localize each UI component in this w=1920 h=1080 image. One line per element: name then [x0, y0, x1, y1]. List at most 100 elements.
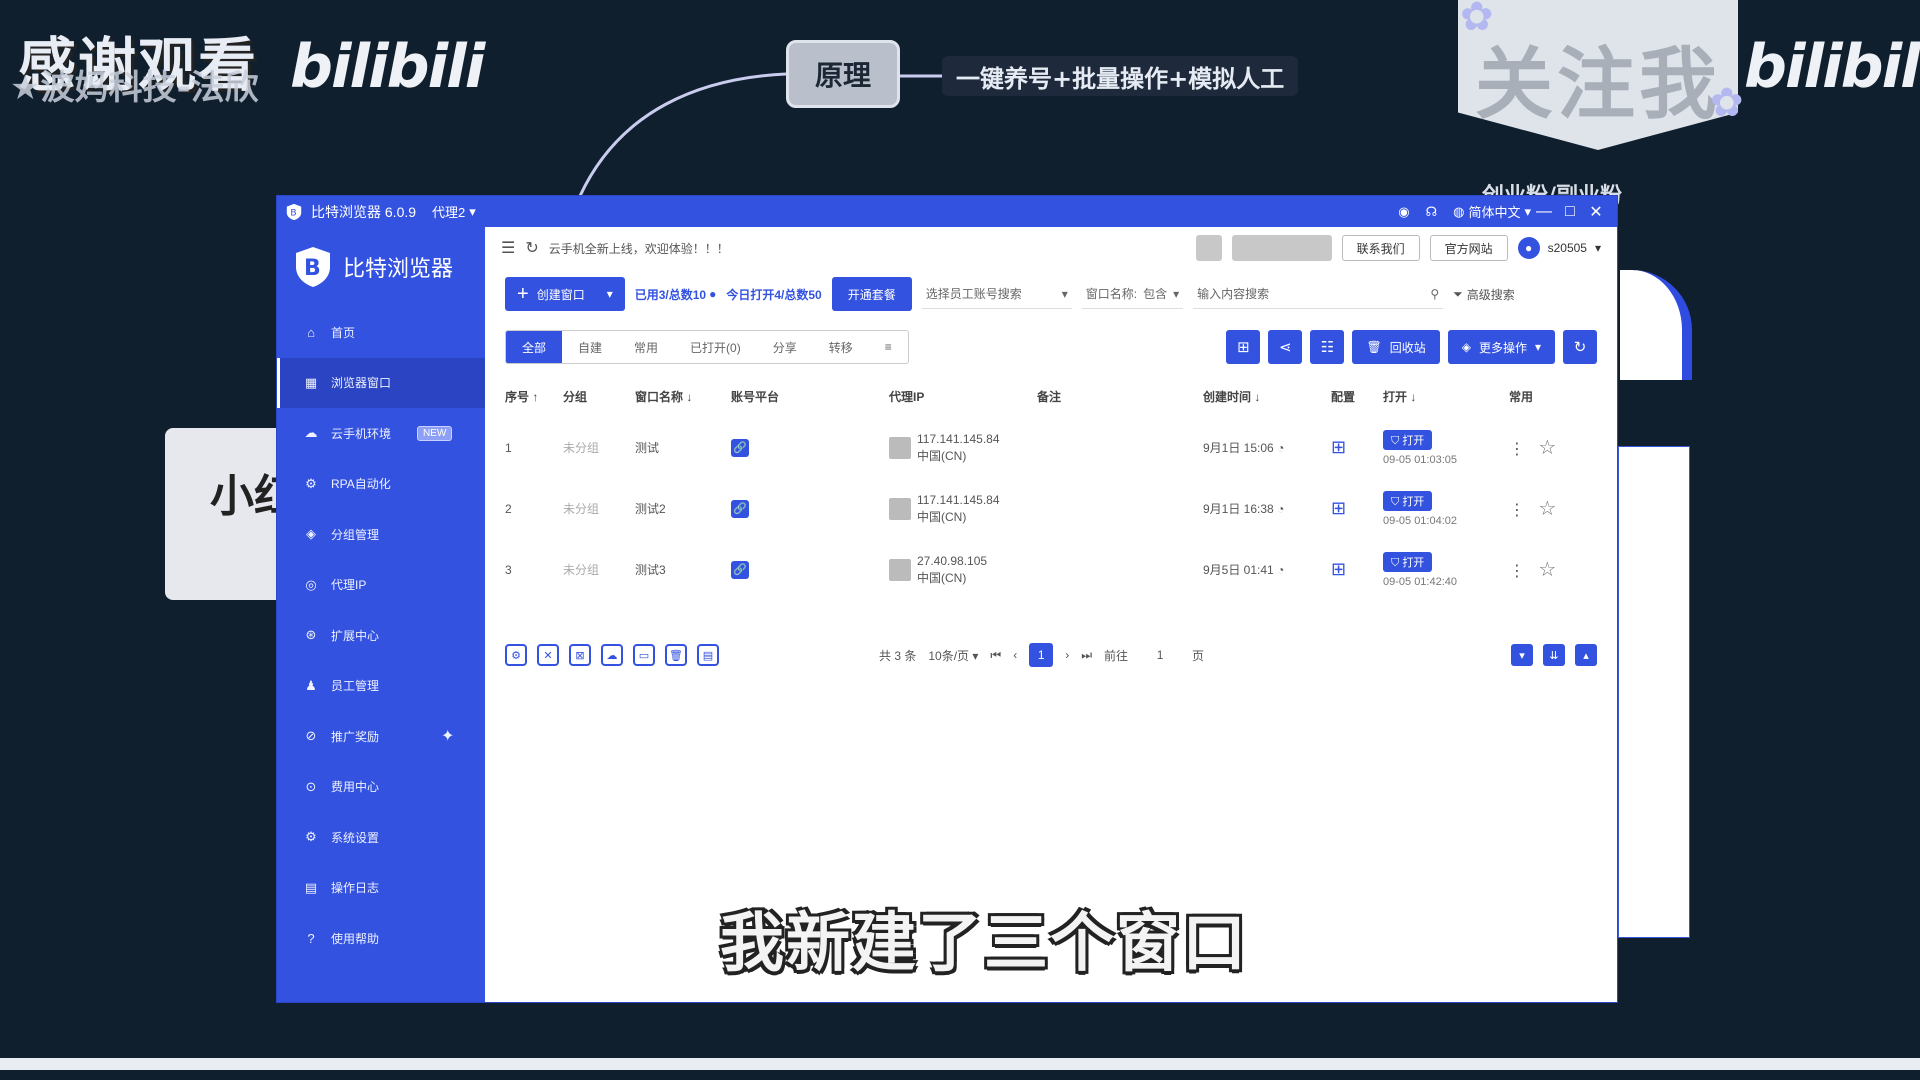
sidebar-item[interactable]: ◈ 分组管理 — [277, 509, 485, 560]
filter-tab[interactable]: 已打开(0) — [674, 331, 757, 363]
prev-page-icon[interactable]: ‹ — [1013, 648, 1017, 662]
language-selector[interactable]: ◍ 简体中文 ▾ — [1453, 202, 1531, 221]
sidebar-item[interactable]: ⚙ 系统设置 — [277, 812, 485, 863]
new-badge: NEW — [417, 425, 453, 441]
more-options-icon[interactable]: ⋮ — [1509, 563, 1525, 580]
scroll-down-icon[interactable]: ▾ — [1511, 644, 1533, 666]
staff-account-select[interactable]: 选择员工账号搜索 ▾ — [921, 279, 1072, 309]
link-icon[interactable]: 🔗 — [731, 438, 749, 457]
table-row[interactable]: 3 未分组 测试3 🔗 27.40.98.105 中国(CN) 9月5日 01:4… — [505, 539, 1589, 600]
sidebar-item[interactable]: ♟ 员工管理 — [277, 661, 485, 712]
export-icon[interactable]: ⊞ — [1226, 330, 1261, 364]
next-page-icon[interactable]: › — [1065, 648, 1069, 662]
trash-icon: 🗑 — [1366, 340, 1382, 354]
route-selector[interactable]: 代理2 ▾ — [432, 202, 476, 221]
share-icon[interactable]: ⋖ — [1268, 330, 1303, 364]
sort-arrow-icon[interactable]: ↑ — [529, 390, 538, 404]
link-icon[interactable]: 🔗 — [731, 560, 749, 579]
sort-arrow-icon[interactable]: ↓ — [1251, 390, 1260, 404]
box-close-icon[interactable]: ⊠ — [569, 644, 591, 666]
sidebar-item[interactable]: ⊘ 推广奖励 ✦ — [277, 711, 485, 762]
clipboard-icon[interactable]: ▤ — [697, 644, 719, 666]
sidebar-item-label: 分组管理 — [331, 527, 380, 542]
table-row[interactable]: 2 未分组 测试2 🔗 117.141.145.84 中国(CN) 9月1日 16… — [505, 478, 1589, 539]
refresh-icon[interactable]: ↻ — [525, 238, 538, 258]
open-window-button[interactable]: ⛉ 打开 — [1383, 429, 1433, 450]
more-options-icon[interactable]: ⋮ — [1509, 502, 1525, 519]
column-header[interactable]: 打开 ↓ — [1383, 375, 1509, 417]
scroll-bottom-icon[interactable]: ⇊ — [1543, 644, 1565, 666]
recycle-bin-button[interactable]: 🗑 回收站 — [1352, 330, 1440, 364]
open-package-button[interactable]: 开通套餐 — [831, 277, 912, 311]
chevron-down-icon: ▾ — [1061, 286, 1068, 301]
info-icon[interactable]: ● — [709, 287, 716, 301]
page-size-select[interactable]: 10条/页 ▾ — [928, 647, 978, 664]
last-page-icon[interactable]: ⏭ — [1081, 648, 1092, 663]
sidebar-item[interactable]: ▤ 操作日志 — [277, 863, 485, 914]
close-circle-icon[interactable]: ✕ — [537, 644, 559, 666]
minimize-button[interactable]: — — [1531, 203, 1557, 221]
filter-tab[interactable]: 常用 — [618, 331, 674, 363]
refresh-list-icon[interactable]: ↻ — [1563, 330, 1597, 364]
scroll-up-icon[interactable]: ▴ — [1575, 644, 1597, 666]
search-input[interactable]: 输入内容搜索 ⚲ — [1193, 279, 1444, 309]
sidebar-item-icon: ◎ — [305, 576, 317, 592]
settings-icon[interactable]: ⚙ — [505, 644, 527, 666]
placeholder-block[interactable] — [1195, 235, 1222, 261]
filter-tab[interactable]: 分享 — [757, 331, 813, 363]
column-header[interactable]: 序号 ↑ — [505, 375, 563, 417]
usage-stat: 已用3/总数10 ● — [635, 286, 717, 303]
window-name-filter[interactable]: 窗口名称: 包含 ▾ — [1081, 279, 1184, 309]
sidebar-item[interactable]: ⚙ RPA自动化 — [277, 459, 485, 510]
filter-tab[interactable]: 全部 — [506, 331, 563, 363]
current-page[interactable]: 1 — [1029, 643, 1054, 667]
placeholder-block-wide[interactable] — [1231, 235, 1332, 261]
official-website-button[interactable]: 官方网站 — [1429, 235, 1508, 261]
sidebar-item[interactable]: ? 使用帮助 — [277, 913, 485, 964]
star-icon[interactable]: ☆ — [1538, 498, 1556, 520]
more-options-icon[interactable]: ⋮ — [1509, 441, 1525, 458]
link-icon[interactable]: 🔗 — [731, 499, 749, 518]
sidebar-item[interactable]: ☁ 云手机环境 NEW — [277, 408, 485, 459]
chevron-down-icon[interactable]: ▾ — [607, 287, 613, 301]
create-window-button[interactable]: + 创建窗口 ▾ — [505, 277, 625, 311]
search-icon[interactable]: ⚲ — [1430, 287, 1439, 301]
column-header[interactable]: 创建时间 ↓ — [1203, 375, 1331, 417]
sidebar-item[interactable]: ⌂ 首页 — [277, 307, 485, 358]
sidebar-item[interactable]: ⊙ 费用中心 — [277, 762, 485, 813]
bottom-scrollbar[interactable] — [0, 1058, 1920, 1070]
open-window-button[interactable]: ⛉ 打开 — [1383, 490, 1433, 511]
maximize-button[interactable]: □ — [1557, 203, 1583, 221]
menu-icon[interactable]: ☰ — [501, 238, 515, 258]
window-icon[interactable]: ▭ — [633, 644, 655, 666]
filter-tab[interactable]: 转移 — [813, 331, 869, 363]
filter-tab[interactable]: 自建 — [562, 331, 618, 363]
sidebar-item[interactable]: ◎ 代理IP — [277, 560, 485, 611]
contact-us-button[interactable]: 联系我们 — [1341, 235, 1420, 261]
sidebar-item-label: 扩展中心 — [331, 628, 380, 643]
layers-icon: ◈ — [1461, 340, 1471, 354]
delete-icon[interactable]: 🗑 — [665, 644, 687, 666]
announcement-text[interactable]: 云手机全新上线，欢迎体验！！！ — [549, 240, 729, 257]
column-header[interactable]: 窗口名称 ↓ — [635, 375, 731, 417]
open-window-button[interactable]: ⛉ 打开 — [1383, 551, 1433, 572]
cloud-icon[interactable]: ☁ — [601, 644, 623, 666]
toggle-icon[interactable]: ◉ — [1398, 204, 1409, 220]
sort-arrow-icon[interactable]: ↓ — [1407, 390, 1416, 404]
close-button[interactable]: ✕ — [1583, 202, 1609, 222]
star-icon[interactable]: ☆ — [1538, 559, 1556, 581]
sort-icon[interactable]: ≡ — [869, 331, 908, 363]
more-actions-button[interactable]: ◈ 更多操作 ▾ — [1447, 330, 1555, 364]
table-row[interactable]: 1 未分组 测试 🔗 117.141.145.84 中国(CN) 9月1日 15:… — [505, 417, 1589, 478]
sidebar-item[interactable]: ▦ 浏览器窗口 — [277, 357, 485, 408]
goto-page-input[interactable]: 1 — [1140, 648, 1180, 662]
first-page-icon[interactable]: ⏮ — [990, 648, 1001, 663]
user-menu[interactable]: ● s20505 ▾ — [1517, 237, 1601, 259]
star-icon[interactable]: ☆ — [1538, 437, 1556, 459]
sidebar-item[interactable]: ⊛ 扩展中心 — [277, 610, 485, 661]
list-view-icon[interactable]: ☷ — [1310, 330, 1345, 364]
brand-logo-icon: B — [296, 247, 330, 287]
advanced-search-button[interactable]: ⏷ 高级搜索 — [1453, 286, 1515, 303]
sort-arrow-icon[interactable]: ↓ — [683, 390, 692, 404]
headset-icon[interactable]: ☊ — [1426, 204, 1438, 220]
